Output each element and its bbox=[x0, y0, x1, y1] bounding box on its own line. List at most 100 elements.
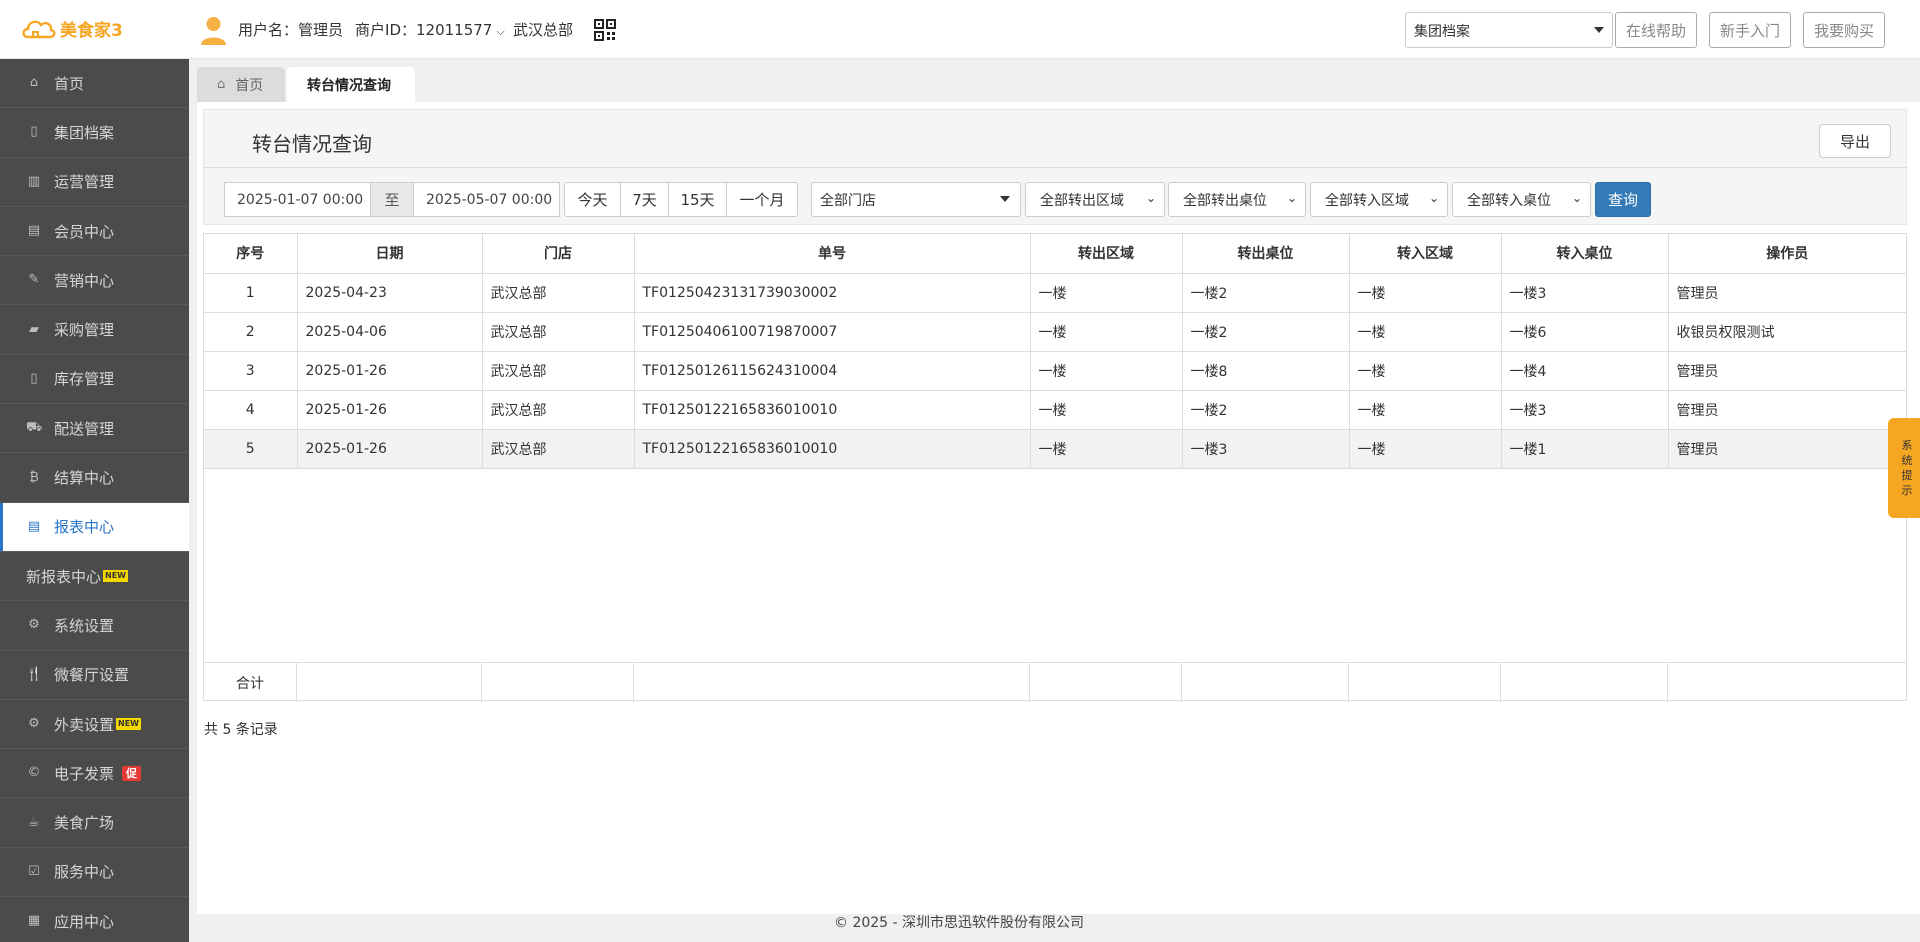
15days-button[interactable]: 15天 bbox=[669, 183, 727, 216]
table-cell: 5 bbox=[204, 429, 298, 469]
user-info[interactable]: 用户名：管理员 商户ID：12011577 ⌵ bbox=[238, 19, 505, 40]
buy-button[interactable]: 我要购买 bbox=[1803, 12, 1885, 48]
sidebar-item-1[interactable]: ▯ 集团档案 bbox=[0, 108, 189, 158]
sidebar-item-14[interactable]: © 电子发票促 bbox=[0, 749, 189, 799]
table-cell: 一楼 bbox=[1349, 273, 1502, 313]
tab-transfer-query[interactable]: 转台情况查询 bbox=[287, 67, 415, 102]
archive-select[interactable]: 集团档案 bbox=[1405, 12, 1613, 48]
sidebar-item-label: 微餐厅设置 bbox=[54, 666, 130, 685]
caret-down-icon bbox=[1000, 196, 1010, 202]
out-table-select[interactable]: 全部转出桌位 ⌄ bbox=[1168, 182, 1306, 217]
table-cell: 武汉总部 bbox=[482, 351, 635, 391]
user-avatar-icon bbox=[201, 17, 226, 45]
today-button[interactable]: 今天 bbox=[565, 183, 621, 216]
sidebar-item-label: 会员中心 bbox=[54, 222, 115, 241]
store-select[interactable]: 全部门店 bbox=[811, 182, 1021, 217]
chevron-down-icon: ⌄ bbox=[1571, 191, 1582, 205]
table-cell: 一楼 bbox=[1349, 429, 1502, 469]
page-title: 转台情况查询 bbox=[252, 132, 372, 156]
in-table-select[interactable]: 全部转入桌位 ⌄ bbox=[1452, 182, 1591, 217]
sidebar-item-label: 结算中心 bbox=[54, 469, 115, 488]
sidebar-item-2[interactable]: ▥ 运营管理 bbox=[0, 158, 189, 207]
query-button[interactable]: 查询 bbox=[1595, 182, 1651, 217]
table-cell: 一楼3 bbox=[1501, 390, 1669, 430]
sidebar-item-15[interactable]: ☕ 美食广场 bbox=[0, 798, 189, 848]
total-cell bbox=[1182, 663, 1349, 702]
sidebar-item-6[interactable]: ▯ 库存管理 bbox=[0, 355, 189, 405]
table-cell: 一楼 bbox=[1349, 312, 1502, 352]
export-button[interactable]: 导出 bbox=[1819, 124, 1891, 158]
tab-home[interactable]: ⌂ 首页 bbox=[197, 67, 285, 102]
sidebar-item-12[interactable]: 🍴 微餐厅设置 bbox=[0, 651, 189, 700]
sidebar-item-5[interactable]: ▰ 采购管理 bbox=[0, 305, 189, 355]
in-area-select[interactable]: 全部转入区域 ⌄ bbox=[1310, 182, 1448, 217]
column-header: 操作员 bbox=[1668, 234, 1906, 274]
book-icon: ▰ bbox=[29, 321, 39, 337]
truck-icon: ⛟ bbox=[26, 420, 43, 436]
sidebar-item-label: 系统设置 bbox=[54, 616, 115, 635]
total-cell bbox=[1501, 663, 1668, 702]
top-bar: 美食家3 用户名：管理员 商户ID：12011577 ⌵ 武汉总部 集团档案 在线… bbox=[0, 0, 1920, 59]
sidebar-item-4[interactable]: ✎ 营销中心 bbox=[0, 256, 189, 306]
menu-icon: ▦ bbox=[27, 913, 41, 929]
sidebar-item-8[interactable]: ₿ 结算中心 bbox=[0, 453, 189, 503]
table-cell: 一楼1 bbox=[1501, 429, 1669, 469]
table-cell: 2025-04-06 bbox=[297, 312, 483, 352]
column-header: 转出区域 bbox=[1030, 234, 1183, 274]
out-area-select[interactable]: 全部转出区域 ⌄ bbox=[1025, 182, 1165, 217]
sidebar-item-label: 电子发票 bbox=[54, 764, 115, 783]
total-cell bbox=[297, 663, 482, 702]
one-month-button[interactable]: 一个月 bbox=[727, 183, 797, 216]
logo[interactable]: 美食家3 bbox=[20, 15, 123, 41]
table-row[interactable]: 3 2025-01-26 武汉总部 TF01250126115624310004 一楼一… bbox=[204, 351, 1906, 391]
table-cell: 3 bbox=[204, 351, 298, 391]
current-store: 武汉总部 bbox=[513, 21, 574, 39]
table-row[interactable]: 1 2025-04-23 武汉总部 TF01250423131739030002 一楼一… bbox=[204, 273, 1906, 313]
sidebar-item-label: 运营管理 bbox=[54, 173, 115, 192]
check-square-icon: ☑ bbox=[28, 863, 40, 879]
table-cell: 一楼 bbox=[1349, 390, 1502, 430]
sidebar-item-17[interactable]: ▦ 应用中心 bbox=[0, 897, 189, 942]
sidebar-item-label: 报表中心 bbox=[54, 518, 115, 537]
record-count: 共 5 条记录 bbox=[204, 722, 278, 738]
gear-icon: ⚙ bbox=[28, 716, 40, 731]
table-cell: 武汉总部 bbox=[482, 312, 635, 352]
7days-button[interactable]: 7天 bbox=[621, 183, 669, 216]
sidebar-item-label: 首页 bbox=[54, 74, 85, 93]
column-header: 日期 bbox=[297, 234, 483, 274]
table-cell: 一楼2 bbox=[1182, 312, 1350, 352]
sidebar-item-0[interactable]: ⌂ 首页 bbox=[0, 59, 189, 109]
logo-text: 美食家3 bbox=[60, 20, 123, 41]
quick-range-group: 今天 7天 15天 一个月 bbox=[564, 182, 798, 217]
table-cell: 4 bbox=[204, 390, 298, 430]
table-row[interactable]: 5 2025-01-26 武汉总部 TF01250122165836010010 一楼一… bbox=[204, 429, 1906, 469]
sidebar-item-11[interactable]: ⚙ 系统设置 bbox=[0, 601, 189, 651]
table-row[interactable]: 2 2025-04-06 武汉总部 TF01250406100719870007 一楼一… bbox=[204, 312, 1906, 352]
sidebar-item-3[interactable]: ▤ 会员中心 bbox=[0, 207, 189, 257]
sidebar-item-9[interactable]: ▤ 报表中心 bbox=[0, 502, 189, 552]
online-help-button[interactable]: 在线帮助 bbox=[1615, 12, 1697, 48]
table-cell: 武汉总部 bbox=[482, 390, 635, 430]
column-header: 转入桌位 bbox=[1501, 234, 1669, 274]
table-row[interactable]: 4 2025-01-26 武汉总部 TF01250122165836010010 一楼一… bbox=[204, 390, 1906, 430]
start-date-input[interactable]: 2025-01-07 00:00 bbox=[224, 182, 371, 217]
table-cell: 管理员 bbox=[1668, 351, 1906, 391]
sidebar-item-13[interactable]: ⚙ 外卖设置 NEW bbox=[0, 700, 189, 750]
chevron-down-icon[interactable]: ⌵ bbox=[496, 25, 504, 38]
table-cell: 一楼2 bbox=[1182, 273, 1350, 313]
username-label: 用户名：管理员 bbox=[238, 21, 344, 39]
qrcode-icon[interactable] bbox=[594, 19, 616, 41]
sidebar-item-10[interactable]: 新报表中心 NEW bbox=[0, 552, 189, 602]
system-tip-tab[interactable]: 系 统 提 示 bbox=[1888, 418, 1920, 518]
beginner-guide-button[interactable]: 新手入门 bbox=[1709, 12, 1791, 48]
sidebar-item-16[interactable]: ☑ 服务中心 bbox=[0, 848, 189, 898]
end-date-input[interactable]: 2025-05-07 00:00 bbox=[413, 182, 560, 217]
table-cell: 武汉总部 bbox=[482, 273, 635, 313]
sidebar-item-7[interactable]: ⛟ 配送管理 bbox=[0, 404, 189, 454]
report-icon: ▤ bbox=[27, 518, 41, 534]
table-cell: 收银员权限测试 bbox=[1668, 312, 1906, 352]
total-cell bbox=[1668, 663, 1906, 702]
total-cell bbox=[634, 663, 1030, 702]
home-icon: ⌂ bbox=[217, 77, 226, 92]
document-icon: ▯ bbox=[30, 124, 38, 140]
